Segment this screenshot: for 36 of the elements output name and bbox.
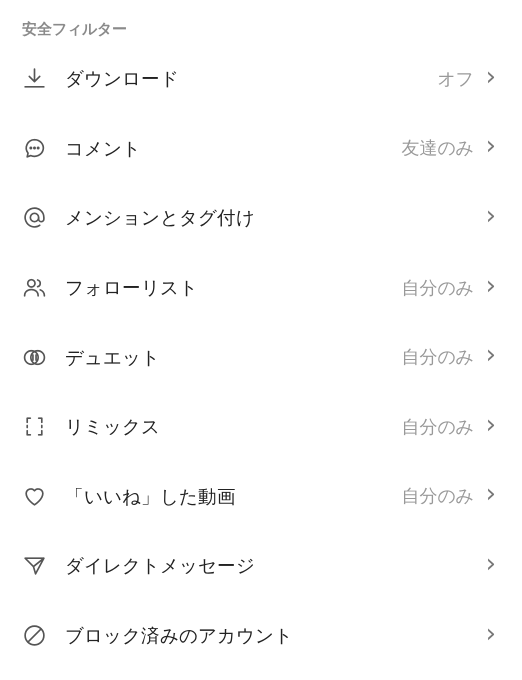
- settings-row[interactable]: ブロック済みのアカウント ›: [0, 600, 522, 670]
- block-icon: [22, 623, 47, 648]
- row-value: 自分のみ: [402, 485, 474, 508]
- row-value: 自分のみ: [402, 346, 474, 370]
- chevron-icon: ›: [486, 202, 496, 233]
- chevron-icon: ›: [486, 64, 496, 94]
- row-value: 自分のみ: [402, 276, 474, 300]
- settings-row[interactable]: フォローリスト 自分のみ ›: [0, 252, 522, 322]
- row-label: ダウンロード: [65, 68, 180, 92]
- settings-row[interactable]: コメント 友達のみ ›: [0, 114, 522, 184]
- settings-row[interactable]: デュエット 自分のみ ›: [0, 322, 522, 392]
- section-title: 安全フィルター: [21, 19, 128, 40]
- settings-row[interactable]: リミックス 自分のみ ›: [0, 392, 522, 462]
- row-label: ダイレクトメッセージ: [65, 555, 256, 578]
- chevron-icon: ›: [486, 550, 496, 581]
- row-label: デュエット: [65, 346, 161, 370]
- row-label: ブロック済みのアカウント: [65, 625, 294, 648]
- row-label: メンションとタグ付け: [65, 207, 256, 230]
- row-label: 「いいね」した動画: [65, 486, 237, 509]
- settings-row[interactable]: 「いいね」した動画 自分のみ ›: [0, 462, 522, 532]
- chevron-icon: ›: [486, 342, 496, 372]
- settings-row[interactable]: ダイレクトメッセージ ›: [0, 531, 522, 601]
- row-label: フォローリスト: [65, 277, 199, 300]
- chevron-icon: ›: [486, 272, 496, 303]
- row-value: オフ: [438, 68, 474, 91]
- at-sign-icon: [22, 205, 47, 230]
- settings-row[interactable]: メンションとタグ付け ›: [0, 183, 522, 253]
- settings-row[interactable]: ダウンロード オフ ›: [0, 44, 522, 114]
- chevron-icon: ›: [486, 481, 496, 512]
- row-value: 友達のみ: [402, 137, 474, 160]
- chevron-icon: ›: [486, 620, 496, 651]
- row-value: 自分のみ: [402, 416, 474, 439]
- row-label: リミックス: [65, 416, 161, 440]
- chevron-icon: ›: [486, 412, 496, 442]
- chevron-icon: ›: [486, 133, 496, 164]
- row-label: コメント: [65, 138, 142, 161]
